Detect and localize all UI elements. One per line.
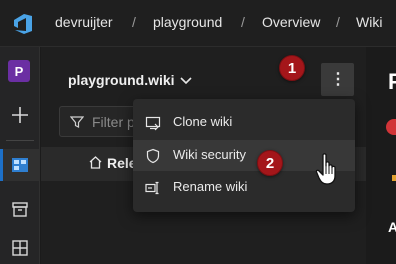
step-badge-1: 1 xyxy=(279,55,305,81)
breadcrumb-separator: / xyxy=(132,14,136,30)
rail-divider xyxy=(6,140,34,141)
wiki-selector-title[interactable]: playground.wiki xyxy=(68,72,175,88)
breadcrumb-project[interactable]: playground xyxy=(153,14,222,30)
left-navigation-rail: P xyxy=(0,47,40,264)
breadcrumb-overview[interactable]: Overview xyxy=(262,14,320,30)
page-heading-partial: P xyxy=(388,69,396,94)
page-content-edge: P A xyxy=(366,47,396,264)
clone-icon xyxy=(145,116,161,131)
azure-devops-logo[interactable] xyxy=(10,11,36,37)
rename-icon xyxy=(145,181,159,195)
chevron-down-icon[interactable] xyxy=(179,75,193,87)
boards-icon[interactable] xyxy=(10,155,30,175)
top-bar: devruijter / playground / Overview / Wik… xyxy=(0,0,396,47)
selected-indicator xyxy=(0,149,3,181)
filter-placeholder: Filter p xyxy=(92,114,135,130)
step-badge-2: 2 xyxy=(257,150,283,176)
home-icon xyxy=(89,156,102,169)
content-marker xyxy=(392,175,396,181)
content-text-partial: A xyxy=(388,219,396,235)
author-avatar-partial xyxy=(386,119,396,135)
more-vertical-icon: ⋮ xyxy=(330,70,346,88)
test-plans-icon[interactable] xyxy=(11,239,29,257)
plus-icon[interactable] xyxy=(10,105,30,125)
artifacts-icon[interactable] xyxy=(11,200,29,218)
menu-item-label: Rename wiki xyxy=(173,179,248,194)
more-actions-button[interactable]: ⋮ xyxy=(321,63,354,96)
breadcrumb-separator: / xyxy=(241,14,245,30)
breadcrumb-separator: / xyxy=(336,14,340,30)
breadcrumb-wiki[interactable]: Wiki xyxy=(356,14,382,30)
menu-item-label: Wiki security xyxy=(173,147,246,162)
breadcrumb-org[interactable]: devruijter xyxy=(55,14,113,30)
shield-icon xyxy=(146,148,160,164)
menu-item-clone-wiki[interactable]: Clone wiki xyxy=(133,107,355,138)
filter-icon xyxy=(70,116,84,128)
menu-item-label: Clone wiki xyxy=(173,114,233,129)
hand-pointer-cursor-icon xyxy=(315,153,336,185)
project-avatar[interactable]: P xyxy=(8,60,30,82)
